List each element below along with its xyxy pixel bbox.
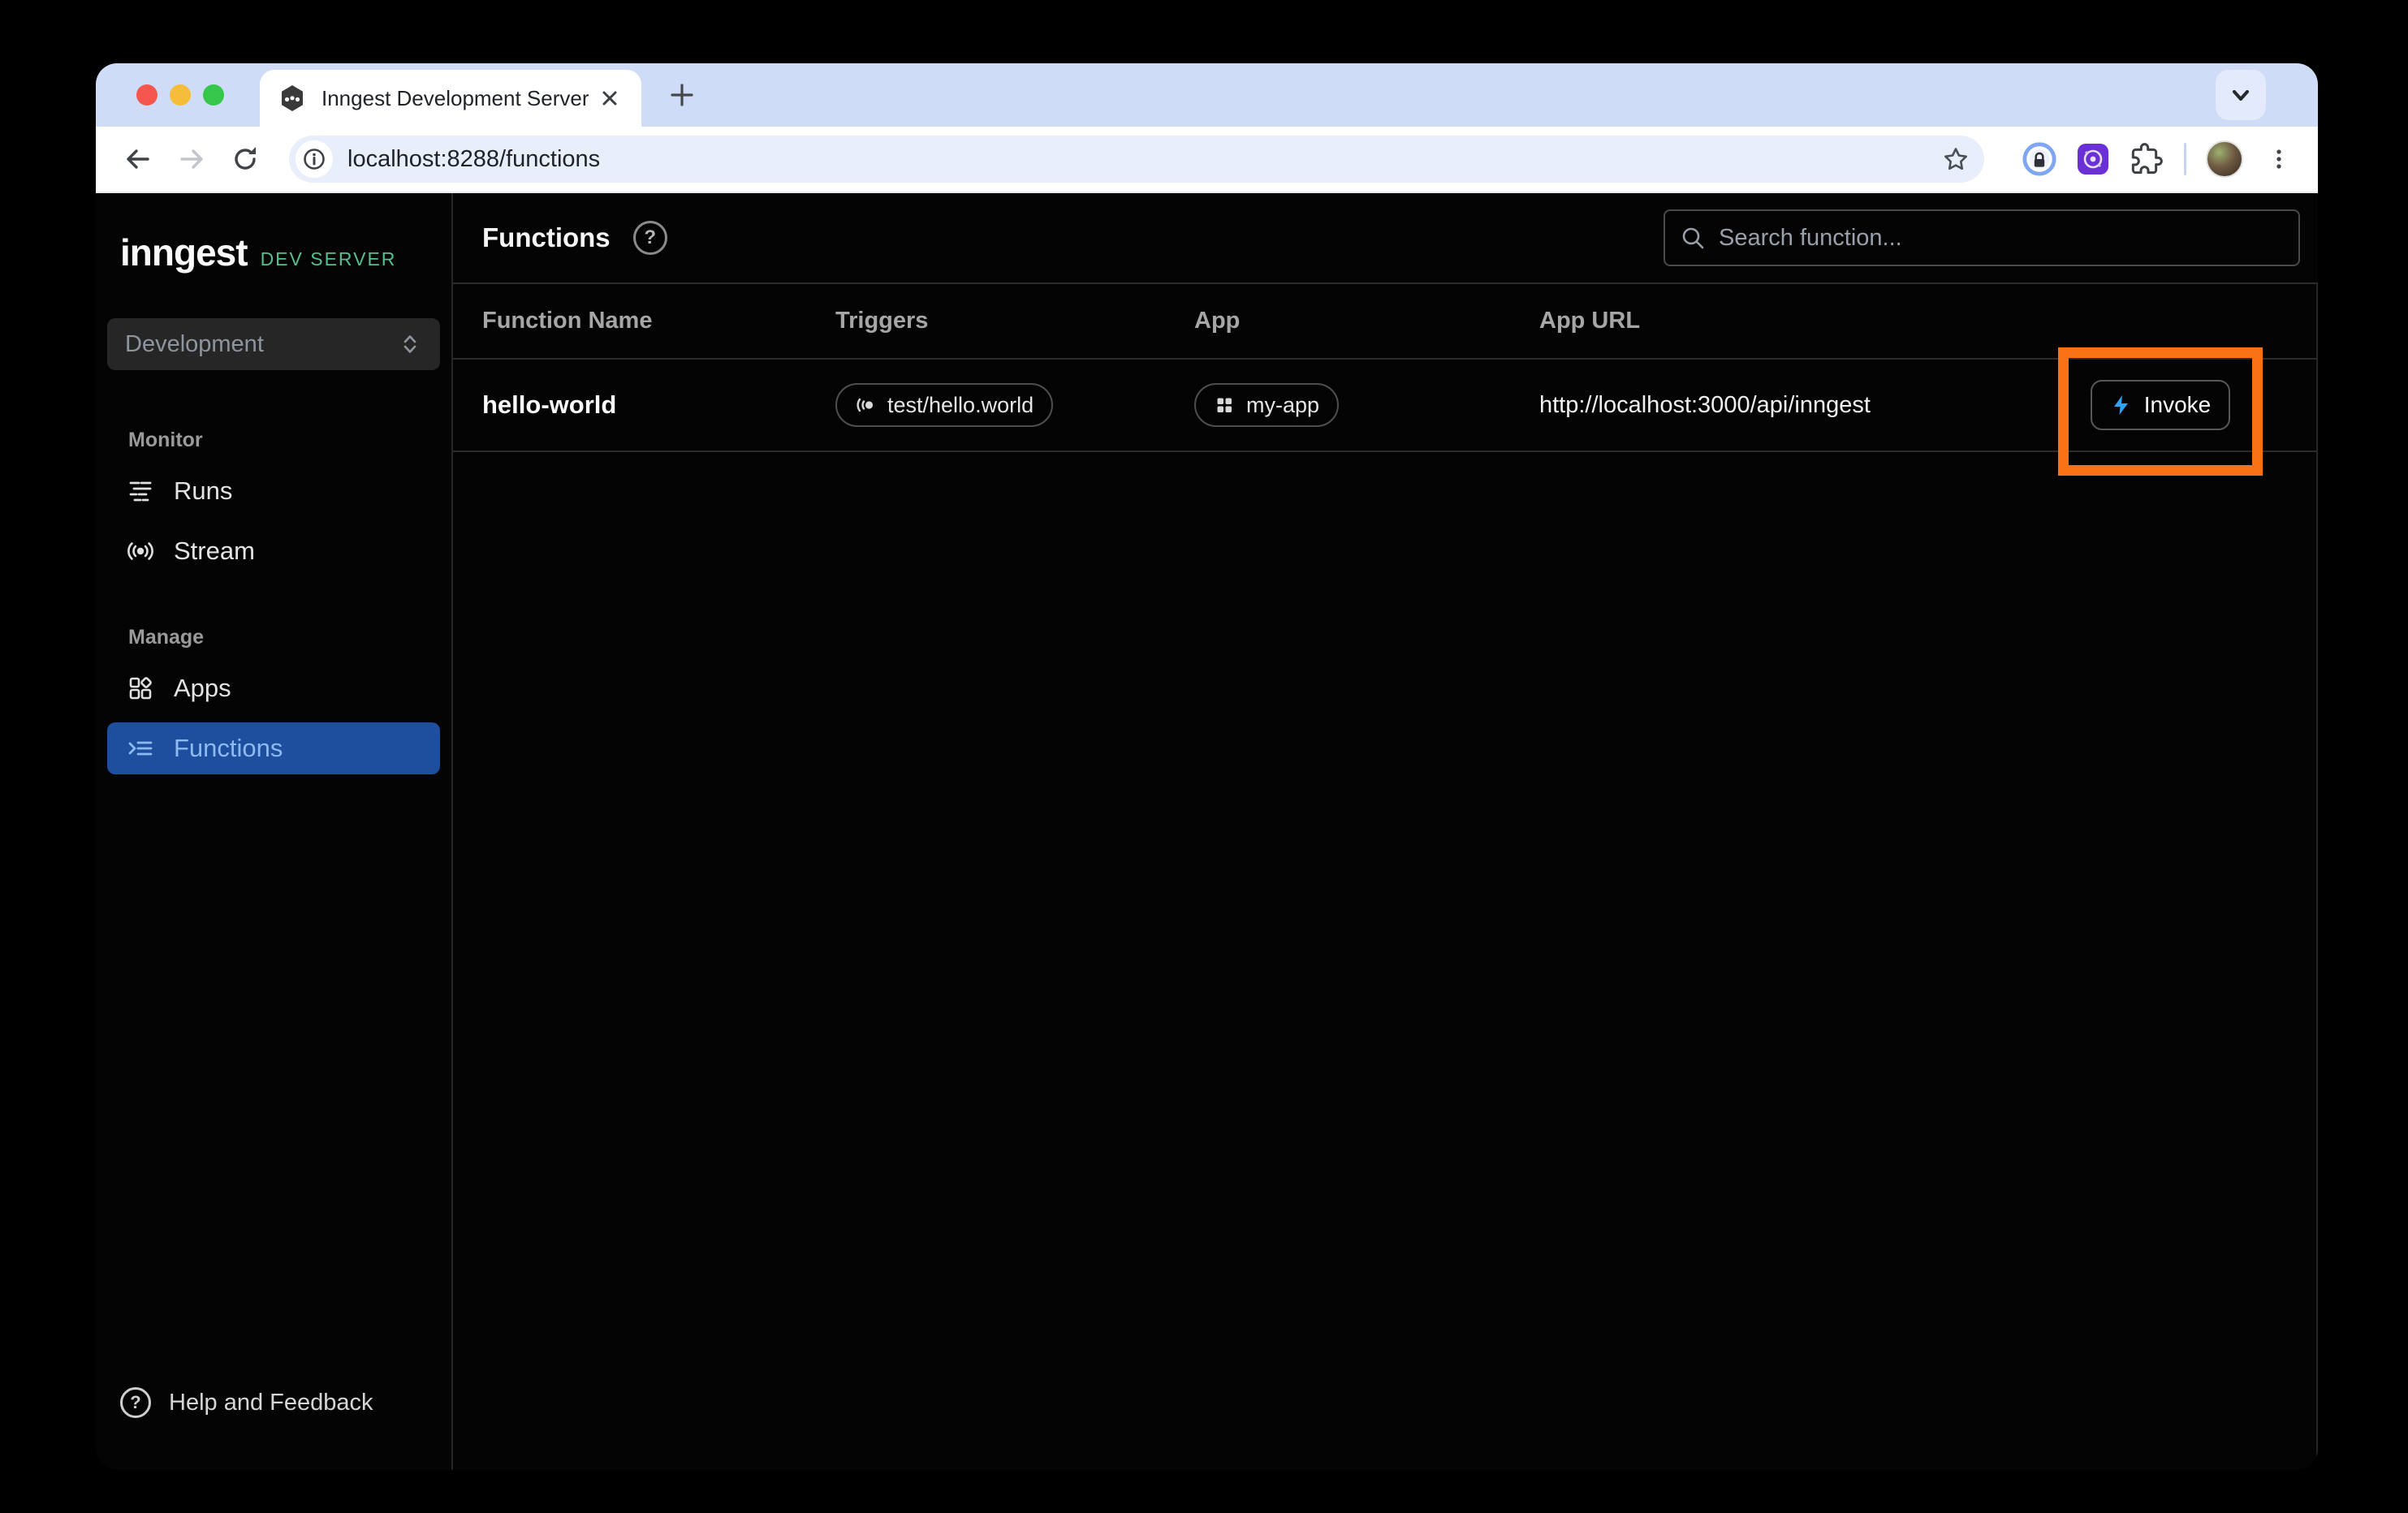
search-icon [1680,225,1706,251]
search-input[interactable] [1719,225,2284,252]
column-header-function-name: Function Name [482,308,835,334]
sidebar-item-label: Functions [174,734,283,763]
browser-extension-icon[interactable] [2075,141,2111,177]
zoom-window-button[interactable] [203,84,224,106]
close-window-button[interactable] [136,84,158,106]
sidebar-item-apps[interactable]: Apps [107,662,440,714]
apps-icon [127,675,154,702]
function-name: hello-world [482,390,835,420]
help-and-feedback[interactable]: ? Help and Feedback [120,1387,451,1418]
monitor-section-label: Monitor [128,429,451,452]
inngest-logo: inngest [120,231,248,274]
environment-selector-value: Development [125,331,398,358]
url-text: localhost:8288/functions [347,146,1942,173]
inngest-dev-server-page: inngest DEV SERVER Development Monitor [96,193,2318,1470]
reload-button[interactable] [227,141,263,177]
functions-help-icon[interactable]: ? [633,221,667,255]
main-content: Functions ? Function Name Triggers App A… [453,193,2318,1470]
password-manager-extension-icon[interactable] [2022,141,2057,177]
table-row[interactable]: hello-world test/hello.world [453,360,2316,452]
browser-window: Inngest Development Server [96,63,2318,1470]
tab-title: Inngest Development Server [321,86,596,111]
toolbar-divider [2184,143,2186,175]
tab-strip: Inngest Development Server [96,63,2318,127]
sidebar-item-runs[interactable]: Runs [107,465,440,517]
sidebar-item-functions[interactable]: Functions [107,722,440,774]
environment-selector[interactable]: Development [107,318,440,370]
bolt-icon [2110,394,2133,416]
site-info-icon[interactable] [296,140,333,178]
app-name: my-app [1246,393,1319,418]
functions-icon [127,735,154,762]
sidebar-item-label: Apps [174,674,231,703]
extensions-puzzle-icon[interactable] [2129,141,2164,177]
dev-server-badge: DEV SERVER [261,248,397,270]
bookmark-star-icon[interactable] [1942,145,1970,173]
window-controls [136,84,224,106]
trigger-name: test/hello.world [887,393,1034,418]
browser-menu-icon[interactable] [2261,141,2297,177]
app-url: http://localhost:3000/api/inngest [1539,392,2091,419]
main-header: Functions ? [453,193,2318,284]
minimize-window-button[interactable] [170,84,191,106]
profile-avatar[interactable] [2206,140,2243,178]
page-title: Functions [482,222,611,253]
back-button[interactable] [120,141,156,177]
tab-close-icon[interactable] [596,84,624,112]
help-circle-icon: ? [120,1387,151,1418]
app-grid-icon [1214,394,1235,416]
functions-table: Function Name Triggers App App URL hello… [453,284,2318,1470]
sidebar: inngest DEV SERVER Development Monitor [96,193,453,1470]
trigger-badge[interactable]: test/hello.world [835,383,1053,427]
invoke-button[interactable]: Invoke [2091,380,2230,430]
runs-icon [127,477,154,505]
chevrons-up-down-icon [398,332,422,356]
sidebar-item-label: Runs [174,476,232,506]
inngest-favicon [278,84,307,113]
stream-icon [127,537,154,565]
tab-search-chevron-icon[interactable] [2216,70,2266,120]
column-header-triggers: Triggers [835,308,1194,334]
invoke-button-label: Invoke [2144,392,2212,418]
table-header-row: Function Name Triggers App App URL [453,284,2316,360]
sidebar-item-label: Stream [174,537,255,566]
help-and-feedback-label: Help and Feedback [169,1390,373,1416]
address-bar[interactable]: localhost:8288/functions [289,136,1984,183]
search-box[interactable] [1664,209,2300,266]
column-header-app: App [1194,308,1539,334]
app-badge[interactable]: my-app [1194,383,1339,427]
forward-button[interactable] [174,141,209,177]
browser-toolbar: localhost:8288/functions [96,127,2318,193]
event-trigger-icon [855,394,876,416]
manage-section-label: Manage [128,626,451,649]
browser-tab[interactable]: Inngest Development Server [260,70,641,127]
new-tab-button[interactable] [659,72,705,118]
sidebar-item-stream[interactable]: Stream [107,525,440,577]
column-header-app-url: App URL [1539,308,2091,334]
